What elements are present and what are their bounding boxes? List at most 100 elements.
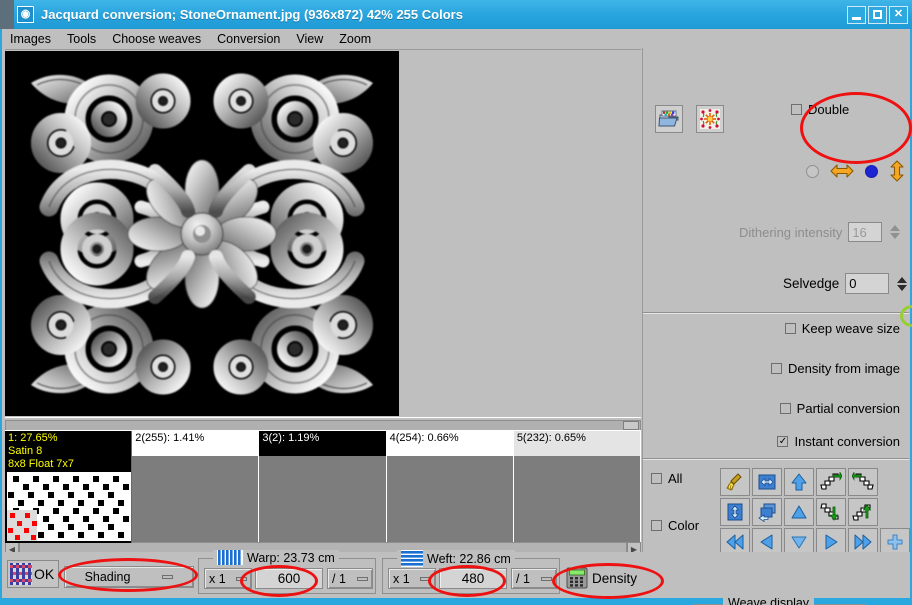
scope-color-label: Color bbox=[668, 518, 700, 533]
shading-combo-marker-icon bbox=[162, 575, 174, 579]
menu-item-view[interactable]: View bbox=[296, 32, 323, 46]
pattern-thumbnail-button[interactable] bbox=[696, 105, 724, 133]
shading-combo[interactable]: Shading bbox=[64, 566, 194, 588]
weft-divider-marker-icon bbox=[541, 576, 552, 581]
menu-item-zoom[interactable]: Zoom bbox=[339, 32, 371, 46]
weft-value-input[interactable]: 480 bbox=[439, 568, 507, 589]
palette-cell-3[interactable]: 3(2): 1.19% bbox=[259, 431, 387, 543]
arrow-up-small-icon bbox=[791, 505, 807, 519]
stairs-right-green-button[interactable] bbox=[816, 468, 846, 496]
keep-weave-size-checkbox[interactable] bbox=[784, 323, 796, 334]
stairs-right-green-icon bbox=[820, 472, 842, 490]
weft-stripes-icon bbox=[401, 550, 423, 567]
image-scroll-thumb[interactable] bbox=[623, 421, 639, 430]
density-from-image-row[interactable]: Density from image bbox=[771, 361, 900, 376]
flip-horizontal-button[interactable] bbox=[752, 468, 782, 496]
warp-value-input[interactable]: 600 bbox=[255, 568, 323, 589]
warp-divider-combo[interactable]: / 1 bbox=[327, 568, 373, 589]
selvedge-spinner[interactable] bbox=[895, 276, 908, 292]
partial-conversion-row[interactable]: Partial conversion bbox=[779, 401, 900, 416]
horizontal-double-arrow-icon[interactable] bbox=[830, 162, 854, 180]
scope-all-label: All bbox=[668, 471, 683, 486]
mode-radio-group[interactable] bbox=[806, 160, 905, 182]
minimize-button[interactable] bbox=[847, 5, 866, 24]
broom-button[interactable] bbox=[720, 468, 750, 496]
toolgrid-empty-1 bbox=[880, 468, 910, 496]
density-button[interactable]: Density bbox=[566, 567, 637, 589]
flip-vertical-button[interactable] bbox=[720, 498, 750, 526]
palette-cell-1[interactable]: 1: 27.65% Satin 8 8x8 Float 7x7 bbox=[5, 431, 133, 543]
shading-value: Shading bbox=[84, 570, 131, 584]
arrow-up-large-button[interactable] bbox=[784, 468, 814, 496]
open-folder-icon bbox=[658, 110, 679, 127]
density-from-image-label: Density from image bbox=[788, 361, 900, 376]
scope-color-row[interactable]: Color bbox=[651, 518, 699, 533]
maximize-button[interactable] bbox=[868, 5, 887, 24]
warp-group: Warp: 23.73 cm x 1 600 / 1 bbox=[198, 550, 376, 594]
double-label: Double bbox=[808, 102, 850, 117]
image-canvas[interactable] bbox=[5, 51, 399, 416]
scope-all-row[interactable]: All bbox=[651, 471, 682, 486]
warp-multiplier-value: x 1 bbox=[209, 571, 226, 586]
partial-conversion-checkbox[interactable] bbox=[779, 403, 791, 414]
weave-swatch-icon bbox=[10, 563, 32, 585]
pattern-thumbnail-icon bbox=[700, 109, 720, 129]
palette-cell-2[interactable]: 2(255): 1.41% bbox=[132, 431, 260, 543]
instant-conversion-label: Instant conversion bbox=[794, 434, 900, 449]
ok-button[interactable]: OK bbox=[7, 560, 59, 588]
vertical-double-arrow-icon[interactable] bbox=[889, 160, 905, 182]
window-grip bbox=[0, 0, 14, 29]
palette-cell-4[interactable]: 4(254): 0.66% bbox=[386, 431, 514, 543]
menu-item-choose-weaves[interactable]: Choose weaves bbox=[112, 32, 201, 46]
palette-cell-5[interactable]: 5(232): 0.65% bbox=[513, 431, 642, 543]
arrow-up-small-button[interactable] bbox=[784, 498, 814, 526]
keep-weave-size-label: Keep weave size bbox=[801, 321, 900, 336]
maximize-icon bbox=[873, 10, 882, 19]
skip-back-icon bbox=[726, 534, 744, 550]
arrow-up-large-icon bbox=[791, 473, 807, 491]
scope-all-checkbox[interactable] bbox=[651, 473, 662, 484]
toolgrid-empty-2 bbox=[880, 498, 910, 526]
scope-color-checkbox[interactable] bbox=[651, 520, 662, 531]
stone-ornament-image bbox=[5, 51, 399, 416]
selvedge-input[interactable]: 0 bbox=[845, 273, 890, 294]
weft-multiplier-value: x 1 bbox=[393, 571, 410, 586]
arrow-down-small-icon bbox=[791, 536, 807, 549]
double-checkbox[interactable] bbox=[791, 104, 802, 115]
bottom-toolbar: OK Shading Warp: 23.73 cm x 1 600 / 1 We… bbox=[2, 550, 910, 598]
mode-none-radio[interactable] bbox=[806, 164, 819, 178]
double-checkbox-row[interactable]: Double bbox=[791, 102, 849, 117]
copy-layers-button[interactable] bbox=[752, 498, 782, 526]
color-palette-strip: 1: 27.65% Satin 8 8x8 Float 7x7 2(255): … bbox=[5, 430, 642, 543]
image-horizontal-scrollbar[interactable] bbox=[5, 417, 641, 431]
warp-multiplier-combo[interactable]: x 1 bbox=[204, 568, 252, 589]
instant-conversion-checkbox[interactable]: ✓ bbox=[777, 436, 789, 447]
weft-divider-combo[interactable]: / 1 bbox=[511, 568, 557, 589]
mode-selected-radio[interactable] bbox=[865, 164, 878, 178]
close-button[interactable]: ✕ bbox=[889, 5, 908, 24]
palette-cell-1-label: 1: 27.65% Satin 8 8x8 Float 7x7 bbox=[8, 432, 75, 470]
dithering-intensity-spinner[interactable] bbox=[888, 224, 901, 240]
dithering-intensity-input[interactable]: 16 bbox=[848, 222, 883, 242]
title-bar: ◉ Jacquard conversion; StoneOrnament.jpg… bbox=[0, 0, 912, 29]
palette-cell-5-label: 5(232): 0.65% bbox=[513, 431, 641, 456]
density-from-image-checkbox[interactable] bbox=[771, 363, 783, 374]
flip-vertical-icon bbox=[727, 503, 743, 521]
open-folder-button[interactable] bbox=[655, 105, 683, 133]
warp-title: Warp: 23.73 cm bbox=[247, 550, 335, 565]
instant-conversion-row[interactable]: ✓ Instant conversion bbox=[777, 434, 900, 449]
minimize-icon bbox=[852, 16, 861, 20]
stairs-left-green-button[interactable] bbox=[848, 468, 878, 496]
menu-item-conversion[interactable]: Conversion bbox=[217, 32, 280, 46]
dithering-intensity-row[interactable]: Dithering intensity 16 bbox=[739, 222, 901, 242]
step-back-icon bbox=[760, 534, 773, 550]
weft-multiplier-combo[interactable]: x 1 bbox=[388, 568, 436, 589]
menu-item-tools[interactable]: Tools bbox=[67, 32, 96, 46]
menu-item-images[interactable]: Images bbox=[10, 32, 51, 46]
dithering-intensity-label: Dithering intensity bbox=[739, 224, 843, 240]
stairs-down-green-button[interactable] bbox=[816, 498, 846, 526]
stairs-up-green-button[interactable] bbox=[848, 498, 878, 526]
selvedge-row[interactable]: Selvedge 0 bbox=[783, 273, 908, 294]
plus-icon bbox=[887, 534, 903, 550]
keep-weave-size-row[interactable]: Keep weave size bbox=[784, 321, 900, 336]
